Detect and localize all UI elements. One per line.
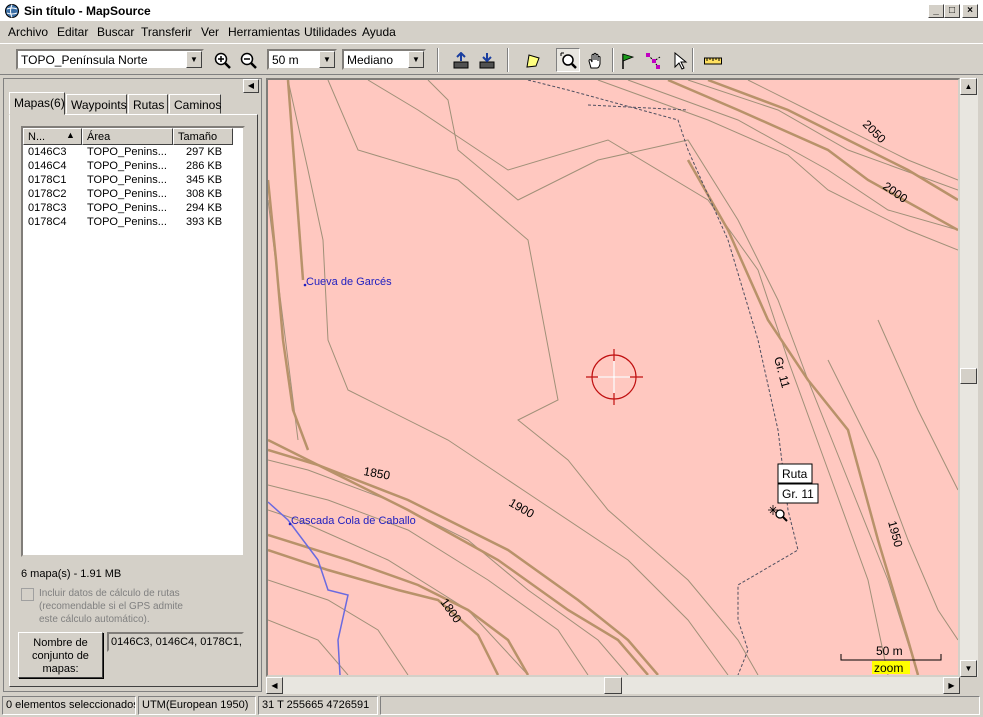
receive-from-device-button[interactable] [474, 48, 498, 72]
ruler-icon [704, 57, 722, 65]
chevron-down-icon[interactable]: ▼ [408, 51, 424, 68]
pan-tool-button[interactable] [582, 48, 606, 72]
window-title: Sin título - MapSource [24, 4, 151, 18]
mapset-name-field[interactable]: 0146C3, 0146C4, 0178C1, 0 [107, 632, 244, 652]
mapset-name-button[interactable]: Nombre de conjunto de mapas: [18, 632, 103, 678]
minimize-button[interactable]: _ [928, 4, 944, 18]
zoom-out-button[interactable] [236, 48, 260, 72]
route-tooltip: Ruta Gr. 11 [777, 463, 819, 504]
horizontal-scroll-thumb[interactable] [604, 677, 622, 694]
menu-transferir[interactable]: Transferir [141, 25, 192, 39]
maximize-button[interactable]: □ [944, 4, 960, 18]
routing-data-label: Incluir datos de cálculo de rutas (recom… [39, 588, 183, 625]
maps-list-header: N... ▲ Área Tamaño [23, 128, 243, 145]
scroll-left-button[interactable]: ◀ [266, 677, 283, 694]
tab-routes[interactable]: Rutas [128, 94, 168, 114]
menu-archivo[interactable]: Archivo [8, 25, 48, 39]
upload-to-gps-icon [453, 52, 469, 69]
menu-ver[interactable]: Ver [201, 25, 219, 39]
column-header-area[interactable]: Área [82, 128, 173, 145]
flag-icon [622, 53, 635, 69]
close-button[interactable]: × [962, 4, 978, 18]
status-selection: 0 elementos seleccionados [2, 696, 136, 715]
zoom-in-icon [214, 52, 231, 69]
list-item[interactable]: 0178C2 TOPO_Penins... 308 KB [23, 188, 243, 202]
map-vertical-scrollbar[interactable]: ▲ ▼ [960, 78, 978, 677]
tab-tracks[interactable]: Caminos [169, 94, 221, 114]
download-from-gps-icon [479, 53, 495, 69]
toolbar-separator [692, 48, 694, 72]
poi-label-cascada: Cascada Cola de Caballo [291, 515, 416, 527]
app-globe-icon [5, 4, 19, 18]
product-select[interactable]: TOPO_Península Norte ▼ [16, 49, 204, 70]
tab-waypoints[interactable]: Waypoints [66, 94, 127, 114]
scroll-down-button[interactable]: ▼ [960, 660, 977, 677]
map-horizontal-scrollbar[interactable]: ◀ ▶ [266, 677, 960, 694]
menu-buscar[interactable]: Buscar [97, 25, 134, 39]
tab-maps[interactable]: Mapas(6) [9, 92, 65, 115]
menu-ayuda[interactable]: Ayuda [362, 25, 396, 39]
zoom-out-icon [240, 52, 257, 69]
maps-summary: 6 mapa(s) - 1.91 MB [21, 568, 122, 580]
list-item[interactable]: 0178C1 TOPO_Penins... 345 KB [23, 174, 243, 188]
zoom-in-button[interactable] [210, 48, 234, 72]
distance-tool-button[interactable] [700, 48, 724, 72]
menu-herramientas[interactable]: Herramientas [228, 25, 300, 39]
topo-map[interactable]: 2050 2000 1950 1900 1850 1800 Gr. 11 Cue… [268, 80, 958, 675]
vertical-scroll-thumb[interactable] [960, 368, 977, 384]
maps-list[interactable]: N... ▲ Área Tamaño 0146C3 TOPO_Penins...… [21, 126, 245, 557]
column-header-size[interactable]: Tamaño [173, 128, 233, 145]
scroll-right-button[interactable]: ▶ [943, 677, 960, 694]
route-tool-button[interactable] [641, 48, 665, 72]
tooltip-line-2: Gr. 11 [782, 487, 814, 501]
toolbar: TOPO_Península Norte ▼ 50 m ▼ Mediano ▼ [0, 43, 983, 75]
detail-select[interactable]: Mediano ▼ [342, 49, 426, 70]
zoom-tool-button[interactable] [556, 48, 580, 72]
waypoint-tool-button[interactable] [615, 48, 639, 72]
tooltip-line-1: Ruta [782, 467, 808, 481]
list-item[interactable]: 0178C3 TOPO_Penins... 294 KB [23, 202, 243, 216]
list-item[interactable]: 0178C4 TOPO_Penins... 393 KB [23, 216, 243, 230]
hand-icon [588, 52, 601, 69]
magnifier-icon [560, 52, 577, 69]
status-bar: 0 elementos seleccionados UTM(European 1… [0, 696, 983, 717]
route-icon [646, 53, 661, 69]
menu-editar[interactable]: Editar [57, 25, 88, 39]
chevron-down-icon[interactable]: ▼ [319, 51, 335, 68]
poi-cueva[interactable]: Cueva de Garcés [303, 276, 392, 288]
chevron-down-icon[interactable]: ▼ [186, 51, 202, 68]
menu-bar: Archivo Editar Buscar Transferir Ver Her… [0, 22, 983, 42]
map-tool-button[interactable] [520, 48, 544, 72]
status-empty [380, 696, 980, 715]
poi-cascada[interactable]: Cascada Cola de Caballo [288, 515, 416, 527]
sort-ascending-icon: ▲ [66, 130, 75, 140]
routing-data-checkbox[interactable] [21, 588, 34, 601]
zoom-label: zoom [874, 661, 903, 675]
collapse-panel-button[interactable]: ◀ [243, 79, 259, 93]
toolbar-separator [507, 48, 509, 72]
list-item[interactable]: 0146C4 TOPO_Penins... 286 KB [23, 160, 243, 174]
toolbar-separator [437, 48, 439, 72]
status-datum: UTM(European 1950) [138, 696, 256, 715]
map-view[interactable]: 2050 2000 1950 1900 1850 1800 Gr. 11 Cue… [266, 78, 960, 677]
zoom-scale-select[interactable]: 50 m ▼ [267, 49, 337, 70]
list-item[interactable]: 0146C3 TOPO_Penins... 297 KB [23, 146, 243, 160]
title-bar: Sin título - MapSource _ □ × [0, 0, 983, 22]
status-coordinates: 31 T 255665 4726591 [258, 696, 378, 715]
send-to-device-button[interactable] [448, 48, 472, 72]
select-tool-button[interactable] [667, 48, 691, 72]
column-header-name[interactable]: N... ▲ [23, 128, 82, 145]
map-select-icon [526, 54, 540, 68]
scale-label: 50 m [876, 644, 903, 658]
toolbar-separator [612, 48, 614, 72]
poi-label-cueva: Cueva de Garcés [306, 276, 392, 288]
arrow-pointer-icon [674, 52, 688, 70]
scroll-up-button[interactable]: ▲ [960, 78, 977, 95]
menu-utilidades[interactable]: Utilidades [304, 25, 357, 39]
